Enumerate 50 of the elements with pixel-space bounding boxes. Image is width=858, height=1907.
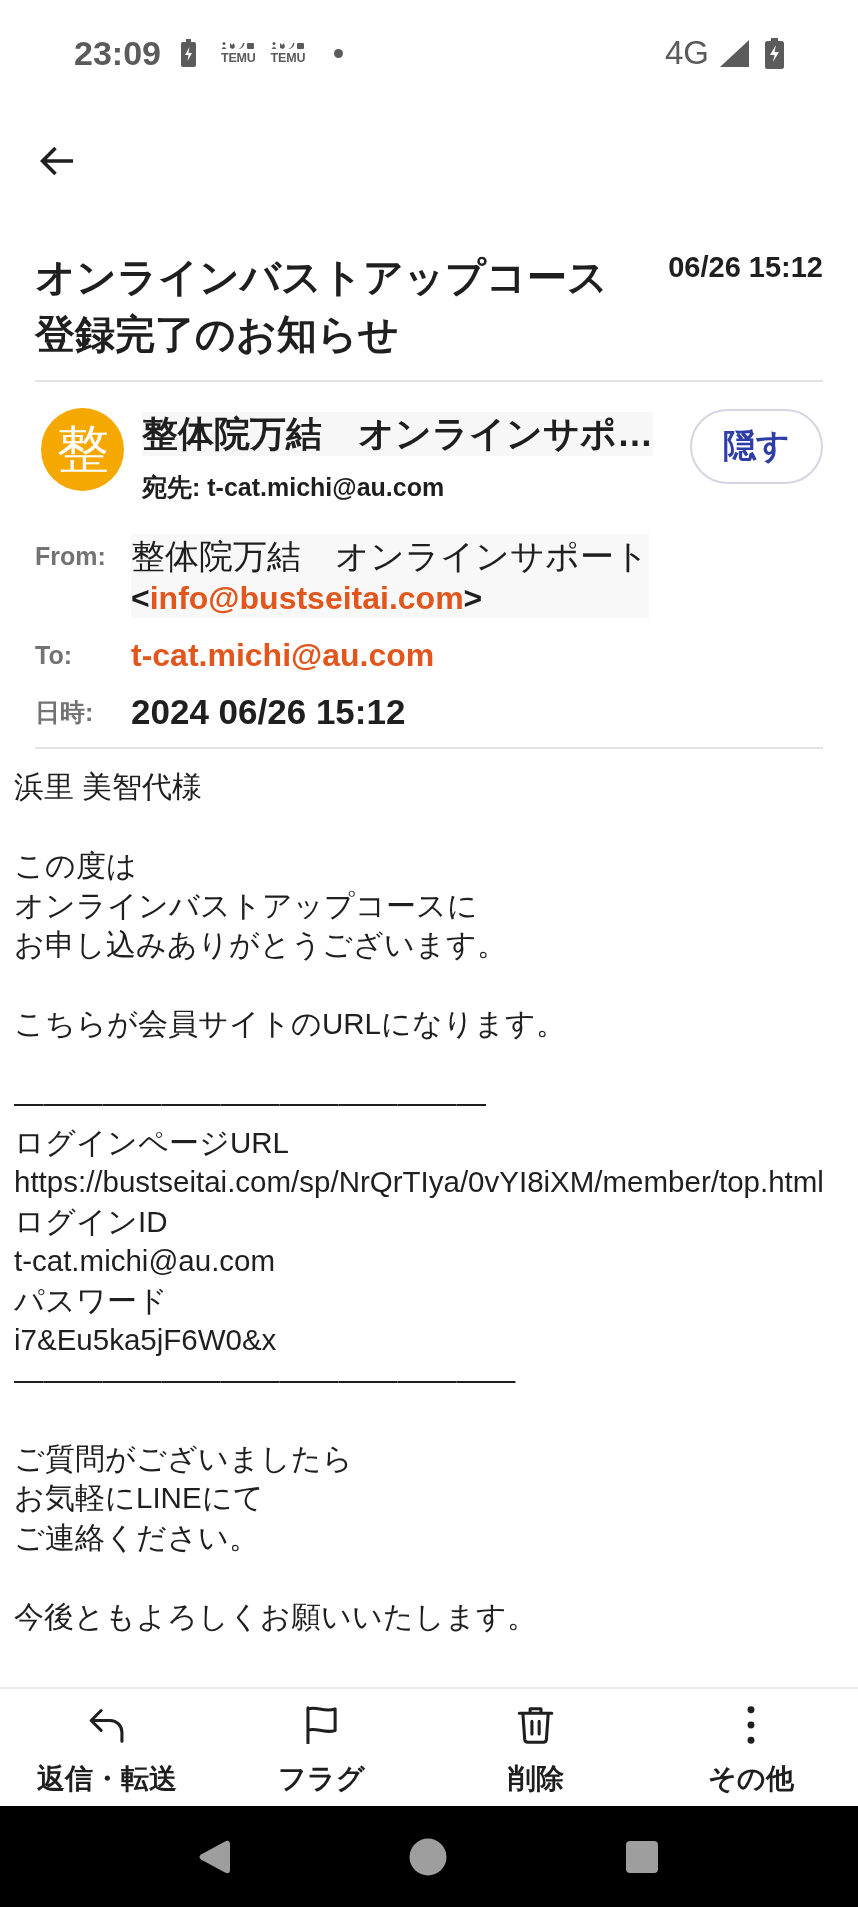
toolbar-button[interactable]: 削除 xyxy=(429,1689,644,1806)
field-label: From: xyxy=(35,541,106,572)
message-text: t-cat.michi@au.com xyxy=(14,1243,276,1279)
message-text: 今後ともよろしくお願いいたします。 xyxy=(14,1598,537,1635)
email-link[interactable]: info@bustseitai.com xyxy=(149,580,464,616)
field-label: 日時: xyxy=(35,697,94,728)
trash-icon xyxy=(517,1706,556,1744)
toolbar-button[interactable]: 返信・転送 xyxy=(0,1689,215,1806)
avatar: 整 xyxy=(41,408,124,491)
toolbar-button[interactable]: フラグ xyxy=(214,1689,429,1806)
message-text: お申し込みありがとうございます。 xyxy=(14,927,507,963)
sender-name-text: 整体院万結 オンラインサポ… xyxy=(142,412,653,456)
subject-title: オンラインバストアップコース登録完了のお知らせ xyxy=(35,254,609,358)
recipient-text: 宛先: t-cat.michi@au.com xyxy=(142,472,445,503)
message-text: https://bustseitai.com/sp/NrQrTIya/0vYI8iXM/member/top.html xyxy=(14,1164,824,1200)
message-text: ログインID xyxy=(14,1203,168,1240)
notification-dot-icon xyxy=(334,48,344,58)
message-text: ———————————————— xyxy=(14,1085,486,1121)
message-text: こちらが会員サイトのURLになります。 xyxy=(14,1006,566,1042)
date-text: 06/26 15:12 xyxy=(668,250,823,284)
message-text: オンラインバストアップコースに xyxy=(14,887,478,924)
datetime-text: 2024 06/26 15:12 xyxy=(131,692,406,732)
email-link[interactable]: t-cat.michi@au.com xyxy=(131,635,435,675)
message-text: ご連絡ください。 xyxy=(14,1519,259,1556)
nav-home-icon[interactable] xyxy=(409,1837,447,1876)
message-text: 浜里 美智代様 xyxy=(14,769,203,805)
message-text: ログインページURL xyxy=(14,1124,289,1161)
nav-back-icon[interactable] xyxy=(198,1838,230,1875)
from-value-text: 整体院万結 オンラインサポート <info@bustseitai.com> xyxy=(131,534,649,618)
nav-recents-icon[interactable] xyxy=(626,1840,658,1873)
message-text: i7&Eu5ka5jF6W0&x xyxy=(14,1322,277,1358)
app-glyph-icon xyxy=(270,42,305,49)
hide-button[interactable]: 隠す xyxy=(690,409,823,484)
battery-charging-icon xyxy=(765,37,784,69)
message-text: ご質問がございましたら xyxy=(14,1440,353,1477)
message-text: ————————————————— xyxy=(14,1361,516,1398)
app-logo-text: TEMU xyxy=(220,52,256,64)
message-text: パスワード xyxy=(14,1282,168,1319)
app-glyph-icon xyxy=(221,42,256,49)
network-type-text: 4G xyxy=(664,34,709,72)
back-arrow-icon[interactable] xyxy=(40,146,74,176)
battery-charging-icon xyxy=(180,39,196,67)
vertical-dots-icon xyxy=(746,1706,755,1744)
message-text: お気軽にLINEにて xyxy=(14,1480,264,1516)
app-logo-text: TEMU xyxy=(270,52,306,64)
status-time: 23:09 xyxy=(74,33,161,73)
signal-icon xyxy=(720,39,749,67)
message-text: この度は xyxy=(14,848,137,884)
field-label: To: xyxy=(35,640,72,671)
toolbar-button[interactable]: その他 xyxy=(643,1689,858,1806)
